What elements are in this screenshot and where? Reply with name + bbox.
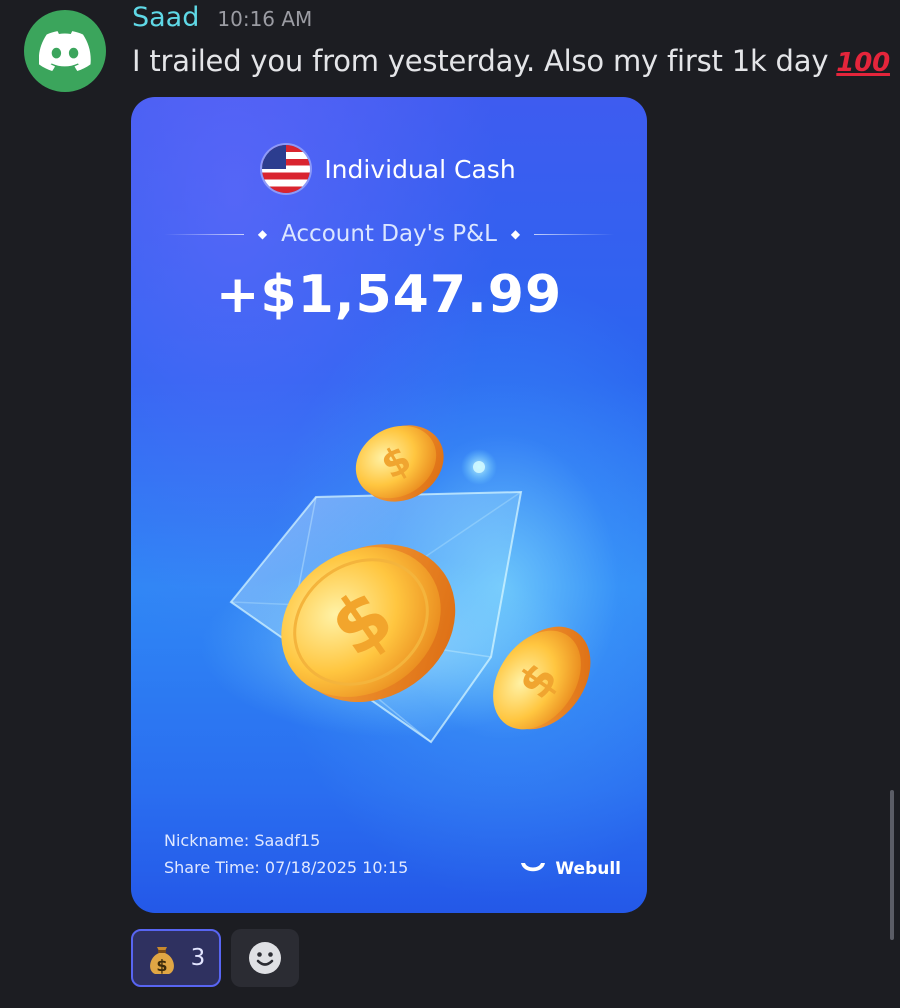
dot-icon: ◆ xyxy=(257,227,268,241)
pnl-share-card-image[interactable]: Individual Cash ◆ Account Day's P&L ◆ +$… xyxy=(131,97,647,913)
reaction-money-bag[interactable]: $ 3 xyxy=(131,929,221,987)
reaction-count: 3 xyxy=(190,945,206,971)
brand-name: Webull xyxy=(555,859,621,879)
reactions-bar: $ 3 xyxy=(131,929,299,987)
us-flag-icon xyxy=(262,145,311,193)
add-reaction-button[interactable] xyxy=(231,929,299,987)
dot-icon: ◆ xyxy=(510,227,521,241)
account-type: Individual Cash xyxy=(324,154,516,184)
discord-logo-icon xyxy=(39,31,91,71)
hundred-points-emoji-icon: 100 xyxy=(836,48,890,78)
message-body: I trailed you from yesterday. Also my fi… xyxy=(132,44,829,78)
coins-cube-illustration-icon: $ $ $ xyxy=(201,425,591,744)
message-text: I trailed you from yesterday. Also my fi… xyxy=(132,44,890,78)
webull-logo-icon xyxy=(521,863,546,872)
divider-right xyxy=(534,233,615,235)
nickname: Nickname: Saadf15 xyxy=(164,831,321,850)
username[interactable]: Saad xyxy=(132,2,199,33)
scrollbar[interactable] xyxy=(890,790,894,940)
pl-value: +$1,547.99 xyxy=(215,265,563,325)
webull-brand: Webull xyxy=(519,859,621,879)
timestamp: 10:16 AM xyxy=(217,7,313,31)
avatar[interactable] xyxy=(24,10,106,92)
pl-label: Account Day's P&L xyxy=(281,221,497,247)
account-type-row: Individual Cash xyxy=(131,145,647,193)
share-time: Share Time: 07/18/2025 10:15 xyxy=(164,858,409,877)
card-footer: Nickname: Saadf15 Share Time: 07/18/2025… xyxy=(164,827,408,881)
message-header: Saad 10:16 AM xyxy=(132,2,312,33)
pl-label-row: ◆ Account Day's P&L ◆ xyxy=(131,221,647,247)
money-bag-icon: $ xyxy=(149,947,174,975)
svg-text:$: $ xyxy=(156,956,167,975)
smiley-face-icon xyxy=(249,942,281,974)
divider-left xyxy=(163,233,244,235)
